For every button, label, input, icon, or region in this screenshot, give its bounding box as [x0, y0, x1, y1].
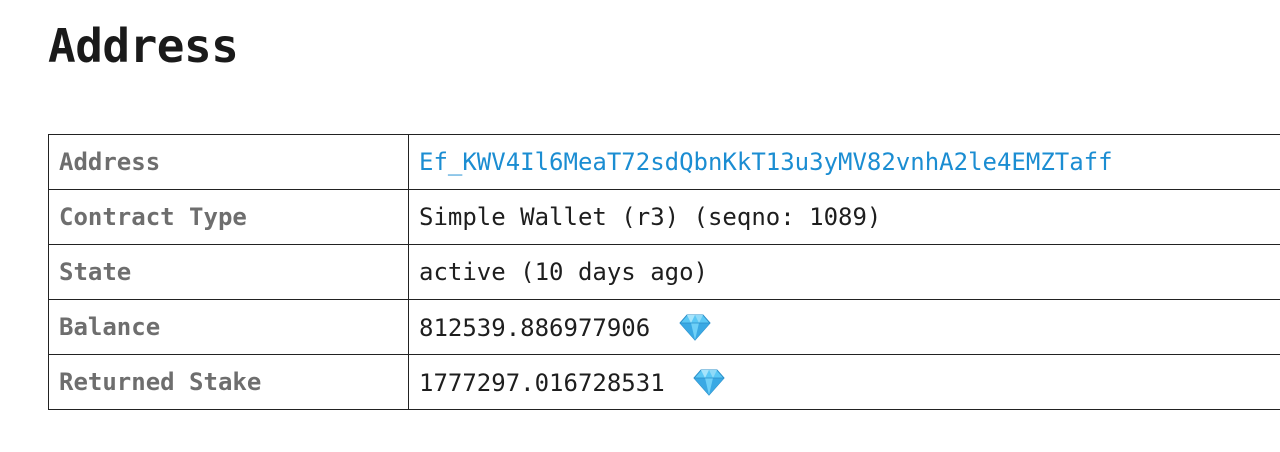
balance-label: Balance: [48, 299, 409, 355]
contract-type-value: Simple Wallet (r3) (seqno: 1089): [408, 189, 1280, 245]
balance-value: 812539.886977906: [419, 313, 651, 342]
address-info-table: Address Ef_KWV4Il6MeaT72sdQbnKkT13u3yMV8…: [48, 134, 1280, 410]
gem-icon: [693, 368, 725, 396]
address-value-cell: Ef_KWV4Il6MeaT72sdQbnKkT13u3yMV82vnhA2le…: [408, 134, 1280, 190]
page: Address Address Ef_KWV4Il6MeaT72sdQbnKkT…: [0, 0, 1280, 452]
page-title: Address: [48, 19, 239, 73]
state-value: active (10 days ago): [408, 244, 1280, 300]
returned-stake-value: 1777297.016728531: [419, 368, 665, 397]
table-row-returned-stake: Returned Stake 1777297.016728531: [48, 354, 1280, 410]
returned-stake-label: Returned Stake: [48, 354, 409, 410]
table-row-state: State active (10 days ago): [48, 244, 1280, 300]
table-row-address: Address Ef_KWV4Il6MeaT72sdQbnKkT13u3yMV8…: [48, 134, 1280, 190]
balance-value-cell: 812539.886977906: [408, 299, 1280, 355]
gem-icon: [678, 313, 711, 341]
table-row-balance: Balance 812539.886977906: [48, 299, 1280, 355]
table-row-contract-type: Contract Type Simple Wallet (r3) (seqno:…: [48, 189, 1280, 245]
address-label: Address: [48, 134, 409, 190]
contract-type-label: Contract Type: [48, 189, 409, 245]
state-label: State: [48, 244, 409, 300]
address-link[interactable]: Ef_KWV4Il6MeaT72sdQbnKkT13u3yMV82vnhA2le…: [419, 148, 1113, 176]
returned-stake-value-cell: 1777297.016728531: [408, 354, 1280, 410]
